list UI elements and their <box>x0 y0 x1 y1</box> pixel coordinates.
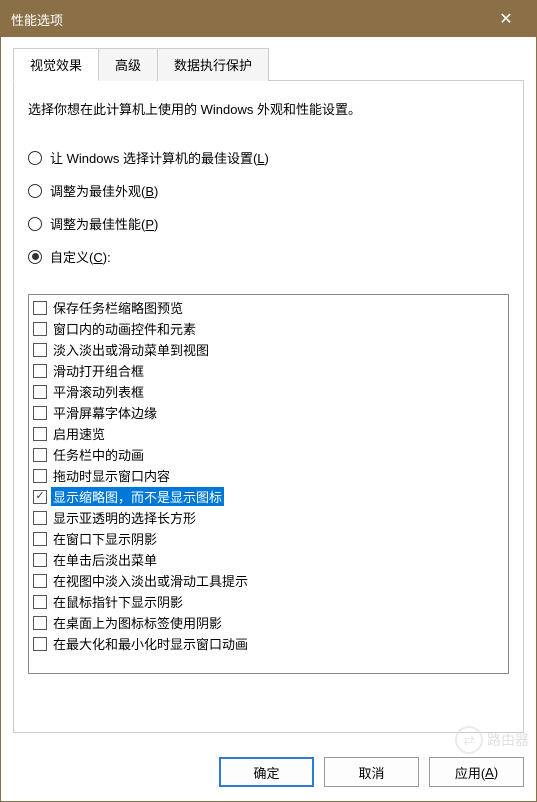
tab-dep[interactable]: 数据执行保护 <box>157 48 269 81</box>
check-row[interactable]: 平滑滚动列表框 <box>33 381 504 402</box>
checkbox-icon[interactable] <box>33 532 47 546</box>
apply-button[interactable]: 应用(A) <box>429 757 524 787</box>
check-row[interactable]: 任务栏中的动画 <box>33 444 504 465</box>
check-label: 在视图中淡入淡出或滑动工具提示 <box>51 571 250 590</box>
radio-icon <box>28 217 42 231</box>
check-row[interactable]: 拖动时显示窗口内容 <box>33 465 504 486</box>
checkbox-icon[interactable] <box>33 616 47 630</box>
check-row[interactable]: 在桌面上为图标标签使用阴影 <box>33 612 504 633</box>
radio-icon <box>28 151 42 165</box>
check-row[interactable]: 在视图中淡入淡出或滑动工具提示 <box>33 570 504 591</box>
radio-label: 调整为最佳性能(P) <box>50 214 158 233</box>
check-row[interactable]: 淡入淡出或滑动菜单到视图 <box>33 339 504 360</box>
check-label: 平滑滚动列表框 <box>51 382 146 401</box>
check-row[interactable]: 在单击后淡出菜单 <box>33 549 504 570</box>
titlebar: 性能选项 ✕ <box>1 1 536 37</box>
radio-custom[interactable]: 自定义(C): <box>28 247 509 266</box>
checkbox-icon[interactable] <box>33 637 47 651</box>
radio-label: 让 Windows 选择计算机的最佳设置(L) <box>50 148 269 167</box>
check-row[interactable]: 在鼠标指针下显示阴影 <box>33 591 504 612</box>
dialog-buttons: 确定 取消 应用(A) <box>1 743 536 801</box>
check-row[interactable]: 在最大化和最小化时显示窗口动画 <box>33 633 504 654</box>
check-row[interactable]: 平滑屏幕字体边缘 <box>33 402 504 423</box>
checkbox-icon[interactable] <box>33 322 47 336</box>
check-row[interactable]: 显示亚透明的选择长方形 <box>33 507 504 528</box>
description-text: 选择你想在此计算机上使用的 Windows 外观和性能设置。 <box>28 99 509 118</box>
checkbox-icon[interactable] <box>33 406 47 420</box>
tab-visual-effects[interactable]: 视觉效果 <box>13 48 99 81</box>
check-row[interactable]: 窗口内的动画控件和元素 <box>33 318 504 339</box>
check-label: 在窗口下显示阴影 <box>51 529 159 548</box>
radio-group: 让 Windows 选择计算机的最佳设置(L) 调整为最佳外观(B) 调整为最佳… <box>28 148 509 280</box>
window-title: 性能选项 <box>11 10 486 29</box>
checkbox-icon[interactable] <box>33 469 47 483</box>
check-label: 显示缩略图，而不是显示图标 <box>51 487 224 506</box>
tab-panel-visual: 选择你想在此计算机上使用的 Windows 外观和性能设置。 让 Windows… <box>13 81 524 733</box>
radio-let-windows-choose[interactable]: 让 Windows 选择计算机的最佳设置(L) <box>28 148 509 167</box>
check-label: 显示亚透明的选择长方形 <box>51 508 198 527</box>
radio-icon <box>28 250 42 264</box>
radio-label: 自定义(C): <box>50 247 111 266</box>
check-row[interactable]: 显示缩略图，而不是显示图标 <box>33 486 504 507</box>
check-label: 任务栏中的动画 <box>51 445 146 464</box>
check-label: 启用速览 <box>51 424 107 443</box>
check-label: 在鼠标指针下显示阴影 <box>51 592 185 611</box>
checkbox-icon[interactable] <box>33 490 47 504</box>
tab-strip: 视觉效果 高级 数据执行保护 <box>13 47 524 81</box>
performance-options-window: 性能选项 ✕ 视觉效果 高级 数据执行保护 选择你想在此计算机上使用的 Wind… <box>0 0 537 802</box>
tab-advanced[interactable]: 高级 <box>98 48 158 81</box>
check-label: 保存任务栏缩略图预览 <box>51 298 185 317</box>
checkbox-icon[interactable] <box>33 343 47 357</box>
radio-label: 调整为最佳外观(B) <box>50 181 158 200</box>
checkbox-icon[interactable] <box>33 511 47 525</box>
checkbox-icon[interactable] <box>33 448 47 462</box>
close-button[interactable]: ✕ <box>486 1 526 37</box>
check-label: 在单击后淡出菜单 <box>51 550 159 569</box>
check-row[interactable]: 滑动打开组合框 <box>33 360 504 381</box>
close-icon: ✕ <box>499 9 512 29</box>
check-label: 滑动打开组合框 <box>51 361 146 380</box>
check-row[interactable]: 保存任务栏缩略图预览 <box>33 297 504 318</box>
radio-icon <box>28 184 42 198</box>
effects-checklist[interactable]: 保存任务栏缩略图预览窗口内的动画控件和元素淡入淡出或滑动菜单到视图滑动打开组合框… <box>28 294 509 674</box>
check-label: 拖动时显示窗口内容 <box>51 466 172 485</box>
checkbox-icon[interactable] <box>33 553 47 567</box>
checkbox-icon[interactable] <box>33 595 47 609</box>
cancel-button[interactable]: 取消 <box>324 757 419 787</box>
radio-best-appearance[interactable]: 调整为最佳外观(B) <box>28 181 509 200</box>
ok-button[interactable]: 确定 <box>219 757 314 787</box>
checkbox-icon[interactable] <box>33 385 47 399</box>
checkbox-icon[interactable] <box>33 427 47 441</box>
check-row[interactable]: 在窗口下显示阴影 <box>33 528 504 549</box>
check-label: 淡入淡出或滑动菜单到视图 <box>51 340 211 359</box>
check-label: 窗口内的动画控件和元素 <box>51 319 198 338</box>
checkbox-icon[interactable] <box>33 364 47 378</box>
checkbox-icon[interactable] <box>33 301 47 315</box>
checkbox-icon[interactable] <box>33 574 47 588</box>
check-label: 平滑屏幕字体边缘 <box>51 403 159 422</box>
radio-best-performance[interactable]: 调整为最佳性能(P) <box>28 214 509 233</box>
content-area: 视觉效果 高级 数据执行保护 选择你想在此计算机上使用的 Windows 外观和… <box>1 37 536 743</box>
check-row[interactable]: 启用速览 <box>33 423 504 444</box>
check-label: 在桌面上为图标标签使用阴影 <box>51 613 224 632</box>
check-label: 在最大化和最小化时显示窗口动画 <box>51 634 250 653</box>
